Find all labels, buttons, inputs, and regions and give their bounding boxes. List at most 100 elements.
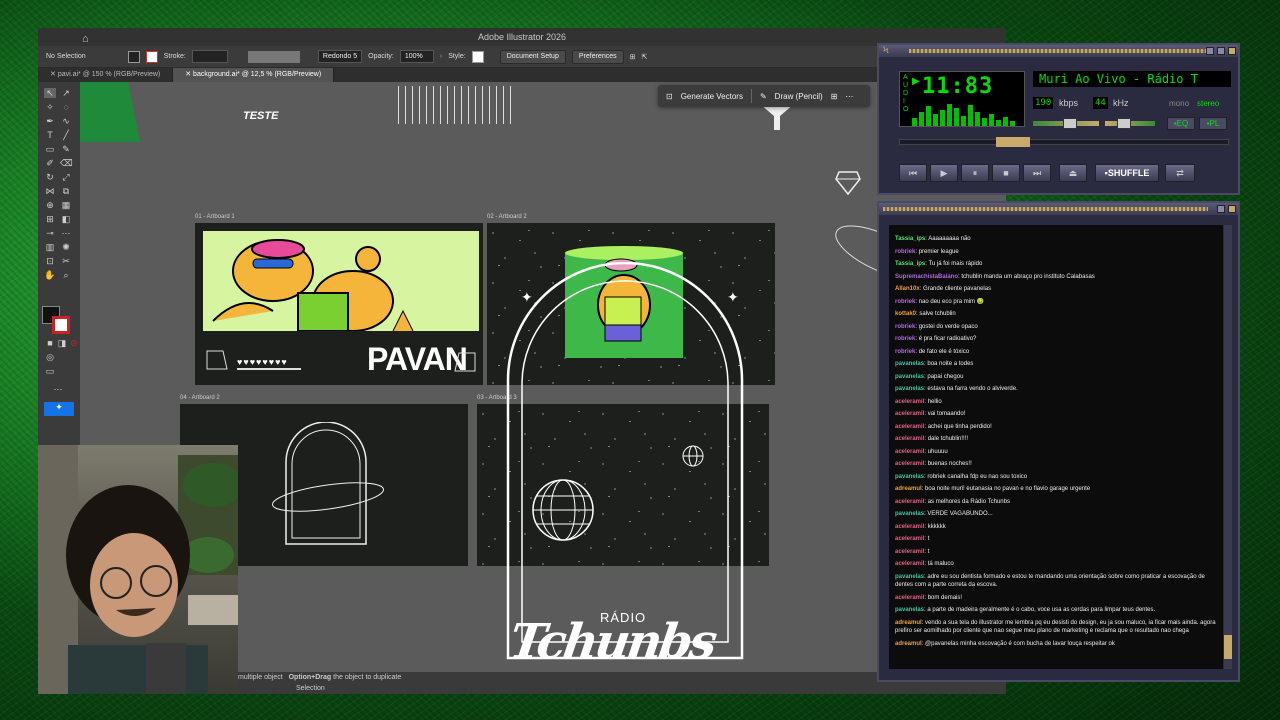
style-swatch[interactable] xyxy=(471,50,484,63)
zoom-tool-icon[interactable]: ⌕ xyxy=(60,270,72,280)
chat-username[interactable]: adreamul xyxy=(895,486,922,492)
seek-thumb[interactable] xyxy=(996,137,1030,147)
chat-username[interactable]: robriek xyxy=(895,324,915,330)
close-icon[interactable] xyxy=(1228,205,1236,213)
slice-tool-icon[interactable]: ✂ xyxy=(60,256,72,266)
pencil-icon[interactable]: ✎ xyxy=(760,92,767,101)
chat-username[interactable]: robriek xyxy=(895,336,915,342)
chat-username[interactable]: robriek xyxy=(895,249,915,255)
next-icon[interactable]: ⏭ xyxy=(1023,164,1051,182)
chat-username[interactable]: aceleramil xyxy=(895,595,924,601)
rectangle-tool-icon[interactable]: ▭ xyxy=(44,144,56,154)
draw-mode-icon[interactable]: ◎ xyxy=(44,352,56,362)
shade-icon[interactable] xyxy=(1217,47,1225,55)
chat-messages[interactable]: Tassia_ips: Aaaaaaaaa não robriek: premie… xyxy=(889,225,1223,669)
stop-icon[interactable]: ■ xyxy=(992,164,1020,182)
chat-scrollbar[interactable] xyxy=(1224,225,1232,669)
more-tools-icon[interactable]: ⋯ xyxy=(52,384,64,394)
eject-icon[interactable]: ⏏ xyxy=(1059,164,1087,182)
chat-username[interactable]: aceleramil xyxy=(895,399,924,405)
chat-username[interactable]: pavanelas xyxy=(895,574,924,580)
chat-username[interactable]: aceleramil xyxy=(895,424,924,430)
chat-username[interactable]: pavanelas xyxy=(895,607,924,613)
chat-title-bar[interactable] xyxy=(879,203,1238,215)
chat-username[interactable]: aceleramil xyxy=(895,411,924,417)
pen-tool-icon[interactable]: ✒ xyxy=(44,116,56,126)
free-transform-icon[interactable]: ⧉ xyxy=(60,186,72,196)
generative-tool-icon[interactable]: ✦ xyxy=(44,402,74,416)
eyedropper-icon[interactable]: ⊸ xyxy=(44,228,56,238)
document-setup-button[interactable]: Document Setup xyxy=(499,49,566,64)
chat-username[interactable]: adreamul xyxy=(895,620,922,626)
tab-pavi[interactable]: ✕ pavi.ai* @ 150 % (RGB/Preview) xyxy=(38,68,174,82)
chevron-right-icon[interactable]: › xyxy=(440,53,442,60)
fill-swatch[interactable] xyxy=(127,50,140,63)
chat-username[interactable]: adreamul xyxy=(895,641,922,647)
chat-username[interactable]: Tassia_ips xyxy=(895,236,925,242)
gradient-tool-icon[interactable]: ◧ xyxy=(60,214,72,224)
winamp-logo-icon[interactable]: Ϟ xyxy=(883,45,889,55)
chat-username[interactable]: robriek xyxy=(895,299,915,305)
chat-username[interactable]: aceleramil xyxy=(895,499,924,505)
volume-thumb[interactable] xyxy=(1063,118,1077,129)
chat-username[interactable]: aceleramil xyxy=(895,561,924,567)
chat-username[interactable]: aceleramil xyxy=(895,524,924,530)
pause-icon[interactable]: ⏸ xyxy=(961,164,989,182)
chat-username[interactable]: aceleramil xyxy=(895,461,924,467)
chat-username[interactable]: SupremachistaBaiano xyxy=(895,274,958,280)
shade-icon[interactable] xyxy=(1217,205,1225,213)
mesh-tool-icon[interactable]: ⊞ xyxy=(44,214,56,224)
screen-mode-icon[interactable]: ▭ xyxy=(44,366,56,376)
gradient-mode-icon[interactable]: ◨ xyxy=(56,338,68,348)
shape-builder-icon[interactable]: ⊕ xyxy=(44,200,56,210)
export-icon[interactable]: ⇱ xyxy=(641,53,647,61)
home-icon[interactable]: ⌂ xyxy=(82,30,89,48)
chat-username[interactable]: pavanelas xyxy=(895,386,924,392)
chat-username[interactable]: Allan10x xyxy=(895,286,920,292)
paintbrush-icon[interactable]: ✎ xyxy=(60,144,72,154)
chat-username[interactable]: pavanelas xyxy=(895,361,924,367)
stroke-weight-field[interactable] xyxy=(191,50,228,63)
song-title-marquee[interactable]: Muri Ao Vivo - Rádio T xyxy=(1033,71,1231,87)
seek-bar[interactable] xyxy=(899,137,1229,147)
artboard-1[interactable]: ♥♥♥♥♥♥♥♥ PAVAN xyxy=(195,223,483,385)
brush-definition[interactable]: Redondo 5 xyxy=(317,50,363,63)
direct-selection-tool-icon[interactable]: ↗ xyxy=(60,88,72,98)
curvature-tool-icon[interactable]: ∿ xyxy=(60,116,72,126)
line-tool-icon[interactable]: ╱ xyxy=(60,130,72,140)
balance-slider[interactable] xyxy=(1105,118,1155,129)
stroke-swatch[interactable] xyxy=(145,50,158,63)
rotate-tool-icon[interactable]: ↻ xyxy=(44,172,56,182)
playlist-toggle[interactable]: ▪PL xyxy=(1199,117,1227,130)
shuffle-button[interactable]: ▪SHUFFLE xyxy=(1095,164,1159,182)
volume-slider[interactable] xyxy=(1033,118,1099,129)
selection-tool-icon[interactable]: ↖ xyxy=(44,88,56,98)
arrange-icon[interactable]: ⊞ xyxy=(630,53,636,61)
tab-background[interactable]: ✕ background.ai* @ 12,5 % (RGB/Preview) xyxy=(173,68,335,82)
preferences-button[interactable]: Preferences xyxy=(571,49,624,64)
chat-username[interactable]: aceleramil xyxy=(895,536,924,542)
eq-toggle[interactable]: ▪EQ xyxy=(1167,117,1195,130)
time-display[interactable]: AUDIO ▶ 11:83 xyxy=(899,71,1025,127)
repeat-icon[interactable]: ⇄ xyxy=(1165,164,1195,182)
chat-username[interactable]: aceleramil xyxy=(895,449,924,455)
type-tool-icon[interactable]: T xyxy=(44,130,56,140)
hand-tool-icon[interactable]: ✋ xyxy=(44,270,56,280)
chat-username[interactable]: pavanelas xyxy=(895,474,924,480)
artboard-tool-icon[interactable]: ⊡ xyxy=(44,256,56,266)
variable-width-profile[interactable] xyxy=(247,50,300,63)
chat-scroll-thumb[interactable] xyxy=(1224,635,1232,659)
generate-vectors-button[interactable]: Generate Vectors xyxy=(681,92,743,101)
settings-icon[interactable]: ⊞ xyxy=(831,92,838,101)
more-options-icon[interactable]: ⋯ xyxy=(845,92,853,101)
chat-username[interactable]: robriek xyxy=(895,349,915,355)
color-mode-icon[interactable]: ■ xyxy=(44,338,56,348)
balance-thumb[interactable] xyxy=(1117,118,1131,129)
minimize-icon[interactable] xyxy=(1206,47,1214,55)
chat-username[interactable]: pavanelas xyxy=(895,511,924,517)
blend-tool-icon[interactable]: ⋯ xyxy=(60,228,72,238)
chat-username[interactable]: pavanelas xyxy=(895,374,924,380)
generate-vectors-icon[interactable]: ⊡ xyxy=(666,92,673,101)
draw-pencil-button[interactable]: Draw (Pencil) xyxy=(775,92,823,101)
perspective-grid-icon[interactable]: ▦ xyxy=(60,200,72,210)
